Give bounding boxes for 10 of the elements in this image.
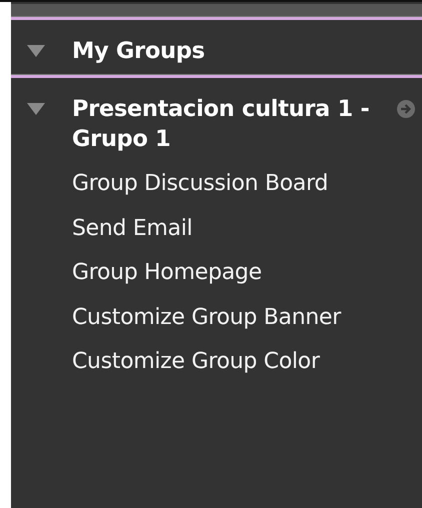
expand-triangle-icon[interactable] xyxy=(27,45,45,57)
expand-triangle-icon[interactable] xyxy=(27,103,45,115)
arrow-circle-icon[interactable] xyxy=(397,100,415,118)
menu-link[interactable]: Group Homepage xyxy=(72,251,422,296)
menu-link[interactable]: Group Discussion Board xyxy=(72,162,422,206)
section-title[interactable]: Presentacion cultura 1 - Grupo 1 xyxy=(72,94,393,154)
menu-link[interactable]: Customize Group Color xyxy=(72,340,422,384)
menu-link[interactable]: Send Email xyxy=(72,206,422,251)
menu-link[interactable]: Customize Group Banner xyxy=(72,296,422,340)
section-title[interactable]: My Groups xyxy=(72,36,415,66)
